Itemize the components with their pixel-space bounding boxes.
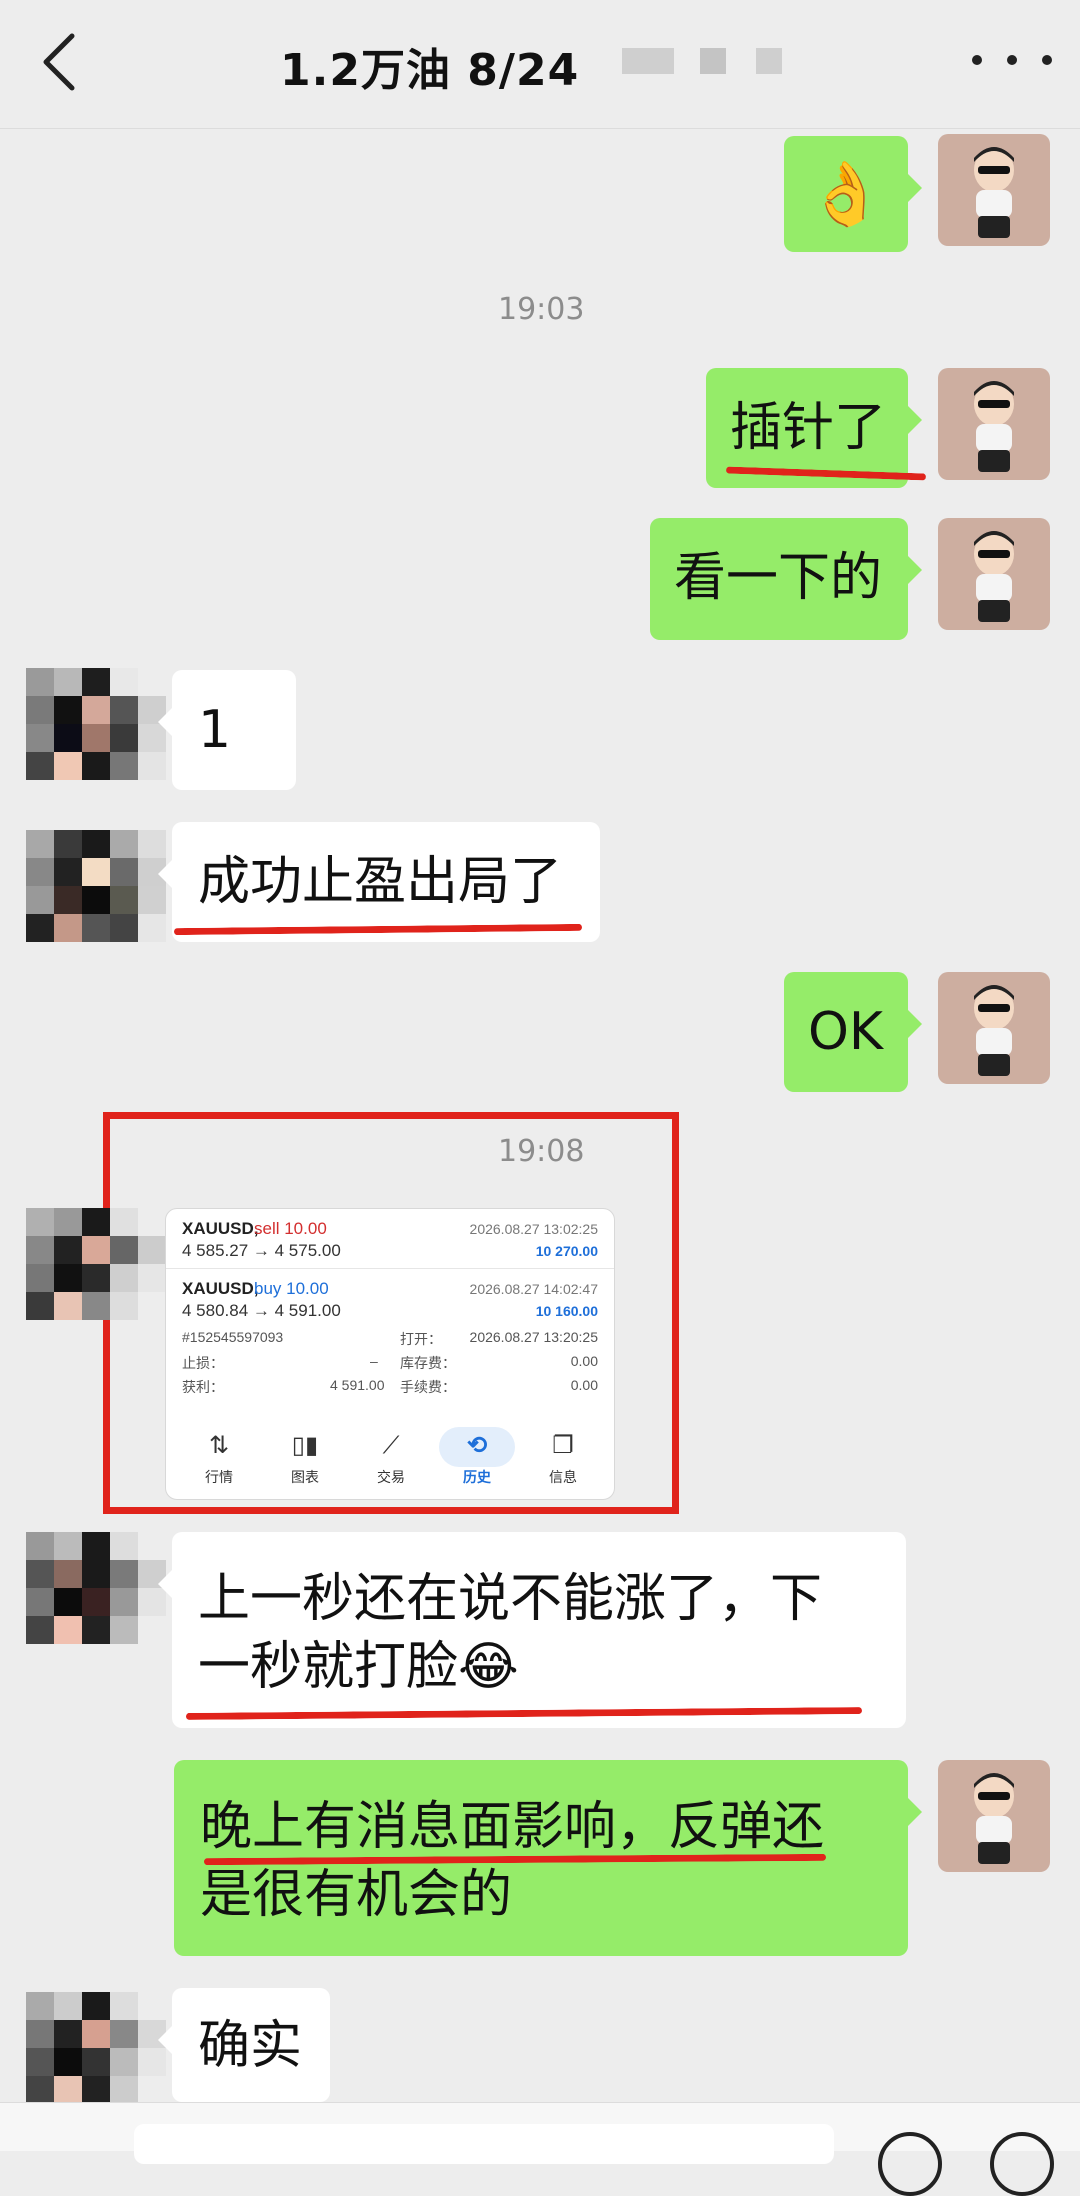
contact-avatar-pixelated[interactable] — [26, 668, 166, 780]
timestamp: 19:08 — [498, 1134, 585, 1169]
trade-datetime: 2026.08.27 13:02:25 — [469, 1221, 598, 1237]
message-text-line: 晚上有消息面影响，反弹还 — [200, 1797, 825, 1857]
history-clock-icon: ⟲ — [466, 1432, 488, 1459]
tab-quotes[interactable]: ⇅ 行情 — [184, 1431, 254, 1487]
fee-value: 0.00 — [570, 1377, 598, 1393]
order-id: #152545597093 — [182, 1329, 284, 1345]
contact-message-bubble[interactable]: 1 — [158, 670, 296, 790]
trade-symbol: XAUUSD, — [182, 1279, 259, 1298]
swap-value: 0.00 — [570, 1353, 598, 1369]
swap-label: 库存费： — [400, 1355, 456, 1371]
message-text: 看一下的 — [674, 548, 883, 608]
sort-arrows-icon: ⇅ — [208, 1432, 230, 1459]
message-text: OK — [808, 1002, 884, 1062]
tab-history[interactable]: ⟲ 历史 — [442, 1431, 512, 1487]
trade-profit: 10 270.00 — [535, 1243, 598, 1259]
candlestick-icon: ▯▮ — [291, 1432, 319, 1459]
trade-action-sell: sell 10.00 — [254, 1219, 327, 1238]
my-message-bubble[interactable]: 👌 — [784, 136, 922, 252]
trade-profit: 10 160.00 — [535, 1303, 598, 1319]
message-text: 1 — [198, 700, 232, 760]
open-value: 2026.08.27 13:20:25 — [469, 1329, 598, 1345]
message-text: 插针了 — [730, 398, 887, 458]
stop-loss-label: 止损： — [182, 1355, 224, 1371]
take-profit-value: 4 591.00 — [330, 1377, 385, 1393]
fee-label: 手续费： — [400, 1379, 456, 1395]
chat-title: 1.2万油 8/24 — [280, 45, 580, 96]
contact-avatar-pixelated[interactable] — [26, 1532, 166, 1644]
my-avatar[interactable] — [938, 368, 1050, 480]
trade-prices: 4 585.27 → 4 575.00 — [182, 1241, 341, 1260]
trade-datetime: 2026.08.27 14:02:47 — [469, 1281, 598, 1297]
my-avatar[interactable] — [938, 134, 1050, 246]
trade-history-screenshot[interactable]: XAUUSD, sell 10.00 2026.08.27 13:02:25 4… — [165, 1208, 615, 1500]
tab-messages[interactable]: ❐ 信息 — [528, 1431, 598, 1487]
timestamp: 19:03 — [498, 292, 585, 327]
emoji-icon[interactable] — [878, 2132, 942, 2196]
stop-loss-value: – — [370, 1353, 378, 1369]
ok-hand-emoji: 👌 — [807, 157, 885, 230]
open-label: 打开： — [400, 1331, 442, 1347]
blurred-title-part — [700, 48, 726, 74]
take-profit-label: 获利： — [182, 1379, 224, 1395]
contact-message-bubble[interactable]: 上一秒还在说不能涨了，下 一秒就打脸😂 — [158, 1532, 906, 1728]
message-text: 确实 — [198, 2016, 303, 2076]
blurred-title-part — [622, 48, 674, 74]
divider — [166, 1268, 614, 1269]
my-avatar[interactable] — [938, 1760, 1050, 1872]
contact-avatar-pixelated[interactable] — [26, 1992, 166, 2104]
contact-message-bubble[interactable]: 确实 — [158, 1988, 330, 2102]
trend-line-icon: ⟋ — [382, 1432, 400, 1459]
my-avatar[interactable] — [938, 518, 1050, 630]
chevron-left-icon[interactable] — [40, 30, 100, 94]
tab-trade[interactable]: ⟋ 交易 — [356, 1431, 426, 1487]
add-plus-icon[interactable] — [990, 2132, 1054, 2196]
my-message-bubble[interactable]: OK — [784, 972, 922, 1092]
blurred-title-part — [756, 48, 782, 74]
contact-avatar-pixelated[interactable] — [26, 830, 166, 942]
tab-chart[interactable]: ▯▮ 图表 — [270, 1431, 340, 1487]
message-text-line: 一秒就打脸😂 — [198, 1637, 519, 1697]
trade-action-buy: buy 10.00 — [254, 1279, 329, 1298]
my-message-bubble[interactable]: 看一下的 — [650, 518, 922, 640]
more-dots-icon[interactable] — [972, 40, 1052, 80]
trade-prices: 4 580.84 → 4 591.00 — [182, 1301, 341, 1320]
contact-avatar-pixelated[interactable] — [26, 1208, 166, 1320]
message-text-line: 是很有机会的 — [200, 1865, 513, 1925]
message-input[interactable] — [134, 2124, 834, 2164]
trade-symbol: XAUUSD, — [182, 1219, 259, 1238]
message-text: 成功止盈出局了 — [198, 852, 563, 912]
message-text-line: 上一秒还在说不能涨了，下 — [198, 1569, 823, 1629]
chat-bubbles-icon: ❐ — [552, 1432, 574, 1459]
my-avatar[interactable] — [938, 972, 1050, 1084]
